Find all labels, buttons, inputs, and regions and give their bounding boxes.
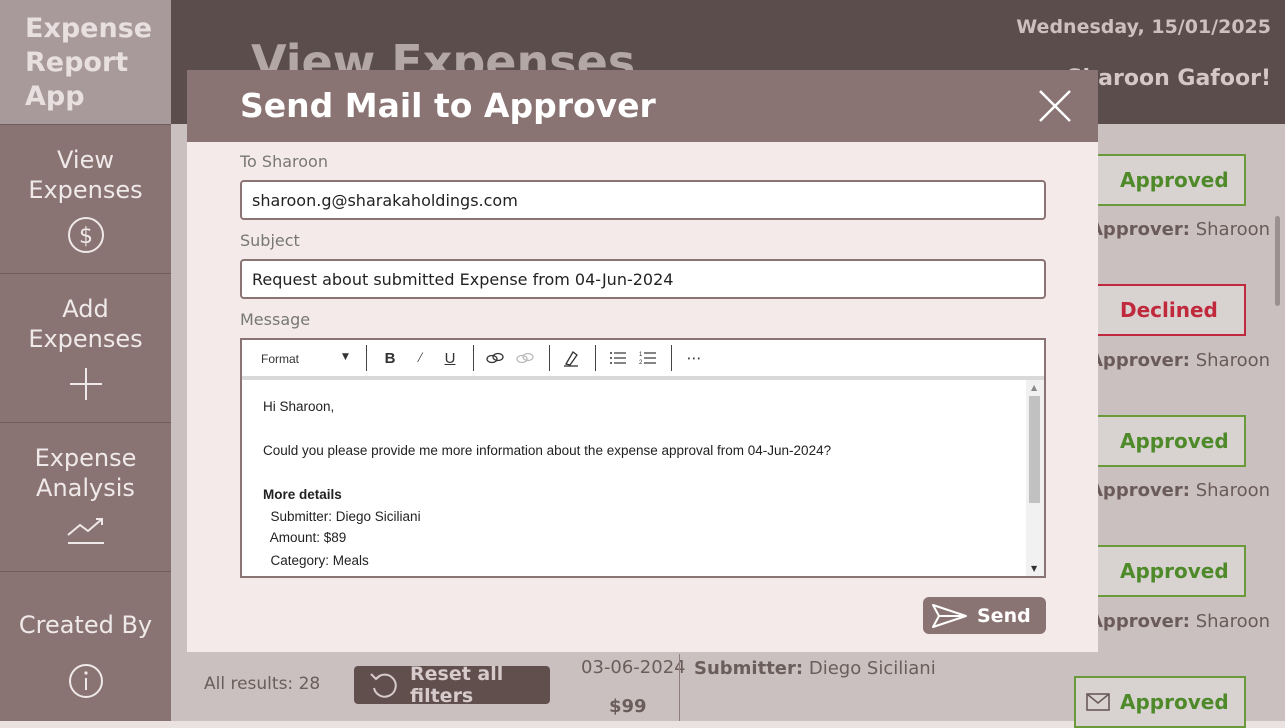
- bulleted-list-icon[interactable]: [608, 348, 628, 368]
- svg-text:$: $: [79, 224, 93, 249]
- dollar-circle-icon: $: [67, 217, 104, 253]
- approver-name: Sharoon: [1195, 611, 1271, 632]
- sidebar-item-label: Add Expenses: [28, 295, 143, 353]
- status-button[interactable]: Approved: [1074, 415, 1246, 467]
- approver-name: Sharoon: [1195, 350, 1271, 371]
- results-count: All results: 28: [204, 674, 321, 694]
- status-label: Approved: [1120, 559, 1229, 583]
- unlink-icon[interactable]: [515, 348, 535, 368]
- svg-text:1: 1: [639, 352, 643, 358]
- approver-prefix: Approver:: [1089, 219, 1190, 240]
- send-icon: [932, 604, 967, 628]
- expense-submitter: Submitter: Diego Siciliani: [694, 658, 936, 679]
- more-icon[interactable]: ⋯: [684, 348, 704, 368]
- bold-icon[interactable]: B: [380, 348, 400, 368]
- approver-name: Sharoon: [1195, 219, 1271, 240]
- link-icon[interactable]: [485, 348, 505, 368]
- status-label: Approved: [1120, 690, 1229, 714]
- status-label: Declined: [1120, 298, 1218, 322]
- trend-icon: [66, 518, 104, 544]
- expense-date: 03-06-2024: [581, 657, 686, 678]
- sidebar: Expense Report App View Expenses $ Add E…: [0, 0, 171, 721]
- sidebar-item-label: Created By: [18, 611, 153, 639]
- svg-text:2: 2: [639, 360, 643, 366]
- sidebar-item-expense-analysis[interactable]: Expense Analysis: [0, 422, 171, 571]
- message-line: More details: [263, 487, 342, 502]
- status-label: Approved: [1120, 168, 1229, 192]
- subject-label: Subject: [240, 231, 300, 250]
- send-label: Send: [977, 604, 1031, 627]
- plus-icon: [69, 368, 102, 400]
- undo-icon: [370, 673, 397, 698]
- row-divider: [679, 654, 680, 721]
- underline-icon[interactable]: U: [440, 348, 460, 368]
- approver-prefix: Approver:: [1089, 480, 1190, 501]
- sidebar-item-created-by[interactable]: Created By: [0, 571, 171, 721]
- approver-line: Approver: Sharoon: [1089, 219, 1270, 240]
- scrollbar[interactable]: [1275, 216, 1280, 306]
- status-label: Approved: [1120, 429, 1229, 453]
- sidebar-item-label: Expense Analysis: [34, 444, 137, 502]
- info-icon: [68, 664, 103, 698]
- toolbar-divider: [595, 345, 596, 371]
- message-editor[interactable]: Format ▼ B / U 1 2 ⋯ Hi Sharoon, Could y…: [240, 338, 1046, 578]
- reset-filters-label: Reset all filters: [410, 663, 504, 707]
- submitter-prefix: Submitter:: [694, 658, 804, 679]
- message-body[interactable]: Hi Sharoon, Could you please provide me …: [242, 380, 1026, 576]
- approver-name: Sharoon: [1195, 480, 1271, 501]
- status-button[interactable]: Approved: [1074, 545, 1246, 597]
- close-icon[interactable]: [1037, 88, 1073, 124]
- message-line: Category: Meals: [263, 553, 369, 568]
- send-button[interactable]: Send: [923, 597, 1046, 634]
- send-mail-dialog: Send Mail to Approver To Sharoon sharoon…: [187, 70, 1098, 652]
- toolbar-divider: [549, 345, 550, 371]
- editor-scrollbar[interactable]: ▲ ▼: [1026, 380, 1044, 576]
- message-line: Could you please provide me more informa…: [263, 443, 832, 458]
- sidebar-item-add-expenses[interactable]: Add Expenses: [0, 273, 171, 422]
- approver-line: Approver: Sharoon: [1089, 350, 1270, 371]
- toolbar-divider: [473, 345, 474, 371]
- approver-prefix: Approver:: [1089, 350, 1190, 371]
- numbered-list-icon[interactable]: 1 2: [638, 348, 658, 368]
- status-button[interactable]: Approved: [1074, 676, 1246, 728]
- approver-prefix: Approver:: [1089, 611, 1190, 632]
- message-line: Amount: $89: [263, 530, 347, 545]
- sidebar-item-label: View Expenses: [28, 146, 143, 204]
- chevron-down-icon[interactable]: ▼: [342, 352, 349, 362]
- sidebar-item-view-expenses[interactable]: View Expenses $: [0, 124, 171, 273]
- format-dropdown[interactable]: Format: [261, 352, 299, 366]
- italic-icon[interactable]: /: [410, 348, 430, 368]
- status-button[interactable]: Approved: [1074, 154, 1246, 206]
- expense-amount: $99: [609, 696, 647, 717]
- header-date: Wednesday, 15/01/2025: [1016, 16, 1271, 38]
- to-label: To Sharoon: [240, 152, 328, 171]
- toolbar-divider: [671, 345, 672, 371]
- scroll-down-icon[interactable]: ▼: [1031, 564, 1037, 573]
- approver-line: Approver: Sharoon: [1089, 480, 1270, 501]
- reset-filters-button[interactable]: Reset all filters: [354, 663, 550, 707]
- scroll-up-icon[interactable]: ▲: [1031, 383, 1037, 392]
- message-label: Message: [240, 310, 311, 329]
- message-line: Submitter: Diego Siciliani: [263, 509, 421, 524]
- submitter-name: Diego Siciliani: [808, 658, 936, 679]
- clear-format-icon[interactable]: [561, 348, 581, 368]
- status-button[interactable]: Declined: [1074, 284, 1246, 336]
- subject-input[interactable]: Request about submitted Expense from 04-…: [240, 259, 1046, 299]
- scrollbar-thumb[interactable]: [1029, 396, 1040, 503]
- mail-icon: [1086, 693, 1110, 711]
- message-line: Hi Sharoon,: [263, 399, 335, 414]
- app-title: Expense Report App: [0, 0, 171, 124]
- dialog-title: Send Mail to Approver: [240, 86, 656, 125]
- approver-line: Approver: Sharoon: [1089, 611, 1270, 632]
- dialog-header: Send Mail to Approver: [187, 70, 1098, 142]
- to-email-input[interactable]: sharoon.g@sharakaholdings.com: [240, 180, 1046, 220]
- editor-toolbar: Format ▼ B / U 1 2 ⋯: [242, 340, 1044, 380]
- toolbar-divider: [366, 345, 367, 371]
